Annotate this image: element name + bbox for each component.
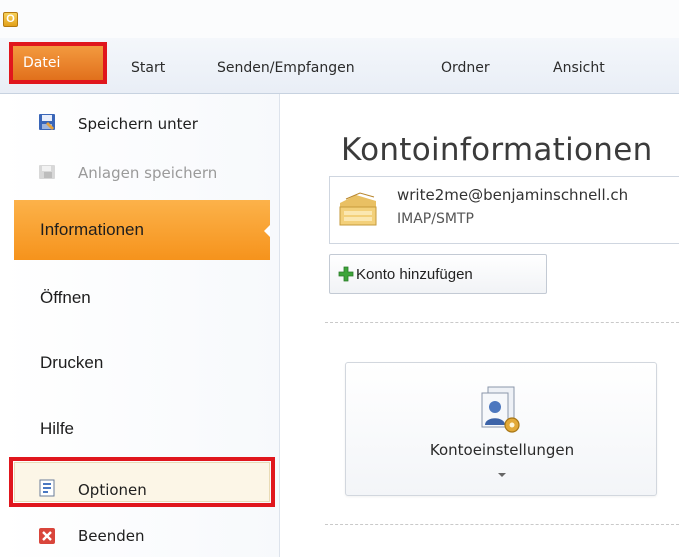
mail-account-icon <box>339 192 377 226</box>
account-settings-label: Kontoeinstellungen <box>429 441 575 459</box>
exit-command[interactable]: Beenden <box>78 527 145 545</box>
add-account-button[interactable]: Konto hinzufügen <box>329 254 547 294</box>
nav-oeffnen[interactable]: Öffnen <box>14 278 270 318</box>
options-label: Optionen <box>78 481 147 499</box>
save-attachments-command: Anlagen speichern <box>78 164 218 182</box>
save-attachments-icon <box>39 165 55 179</box>
section-divider <box>325 524 679 525</box>
tab-start[interactable]: Start <box>131 60 165 76</box>
plus-icon <box>338 266 354 282</box>
account-settings-icon <box>481 386 520 433</box>
nav-drucken[interactable]: Drucken <box>14 343 270 383</box>
account-type: IMAP/SMTP <box>397 211 474 227</box>
tab-senden-empfangen[interactable]: Senden/Empfangen <box>217 60 355 76</box>
nav-hilfe[interactable]: Hilfe <box>14 409 270 449</box>
save-as-icon <box>39 114 55 130</box>
add-account-label: Konto hinzufügen <box>356 266 473 283</box>
tab-datei[interactable]: Datei <box>13 46 103 80</box>
exit-icon <box>39 528 55 544</box>
backstage-content: Kontoinformationen write2me@benjaminschn… <box>281 94 679 557</box>
page-title: Kontoinformationen <box>341 132 653 168</box>
options-icon <box>39 479 55 497</box>
outlook-icon[interactable]: O <box>3 12 18 27</box>
tab-ordner[interactable]: Ordner <box>441 60 490 76</box>
account-settings-button[interactable]: Kontoeinstellungen <box>345 362 657 496</box>
title-bar: O <box>0 0 679 38</box>
chevron-down-icon <box>498 473 506 477</box>
nav-informationen[interactable]: Informationen <box>14 200 270 260</box>
section-divider <box>325 322 679 323</box>
account-selector[interactable]: write2me@benjaminschnell.ch IMAP/SMTP <box>329 176 679 244</box>
account-email: write2me@benjaminschnell.ch <box>397 186 629 204</box>
save-as-command[interactable]: Speichern unter <box>78 115 198 133</box>
tab-ansicht[interactable]: Ansicht <box>553 60 605 76</box>
